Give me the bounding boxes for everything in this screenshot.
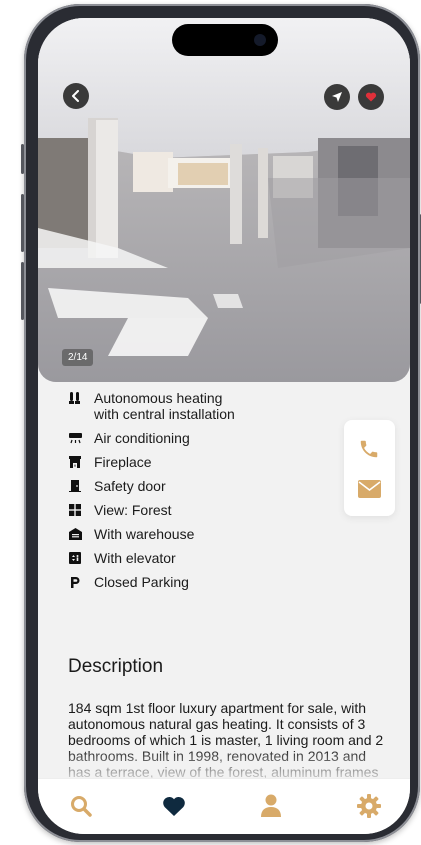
heating-icon: [68, 390, 82, 406]
feature-label: Safety door: [94, 478, 166, 494]
feature-elevator: With elevator: [68, 550, 308, 566]
elevator-icon: [68, 550, 82, 566]
feature-label: Autonomous heating: [94, 390, 223, 406]
bottom-tab-bar: [38, 778, 410, 834]
tab-search[interactable]: [68, 793, 94, 819]
feature-label: Air conditioning: [94, 430, 190, 446]
chevron-left-icon: [72, 90, 79, 102]
feature-view: View: Forest: [68, 502, 308, 518]
search-icon: [71, 796, 92, 817]
favorite-button[interactable]: [358, 84, 384, 110]
feature-label: Closed Parking: [94, 574, 189, 590]
contact-card: [344, 420, 395, 516]
volume-up-button: [21, 194, 24, 252]
app-screen: 2/14 Autonomous heating with central ins…: [38, 18, 410, 834]
photo-counter: 2/14: [62, 349, 94, 366]
description-fade: [38, 748, 410, 782]
feature-fireplace: Fireplace: [68, 454, 308, 470]
email-button[interactable]: [358, 480, 381, 503]
feature-label-line2: with central installation: [94, 406, 235, 422]
volume-down-button: [21, 262, 24, 320]
camera-icon: [254, 34, 266, 46]
gear-icon: [357, 794, 381, 818]
feature-label: With elevator: [94, 550, 176, 566]
feature-heating: Autonomous heating with central installa…: [68, 390, 308, 422]
features-list: Autonomous heating with central installa…: [68, 390, 308, 598]
feature-air-conditioning: Air conditioning: [68, 430, 308, 446]
location-arrow-icon: [332, 92, 342, 102]
back-button[interactable]: [63, 83, 89, 109]
side-button: [21, 144, 24, 174]
air-conditioner-icon: [68, 430, 82, 446]
door-icon: [68, 478, 82, 494]
tab-profile[interactable]: [258, 793, 284, 819]
envelope-icon: [358, 480, 381, 498]
heart-icon: [365, 92, 377, 102]
phone-icon: [360, 440, 378, 458]
tab-favorites[interactable]: [161, 793, 187, 819]
parking-icon: [68, 574, 82, 590]
warehouse-icon: [68, 526, 82, 542]
feature-warehouse: With warehouse: [68, 526, 308, 542]
heart-icon: [163, 796, 185, 816]
dynamic-island: [172, 24, 278, 56]
feature-label: Fireplace: [94, 454, 152, 470]
feature-label: View: Forest: [94, 502, 172, 518]
fireplace-icon: [68, 454, 82, 470]
call-button[interactable]: [358, 438, 380, 465]
feature-safety-door: Safety door: [68, 478, 308, 494]
feature-label: With warehouse: [94, 526, 195, 542]
user-icon: [261, 794, 281, 817]
description-title: Description: [68, 656, 164, 677]
feature-parking: Closed Parking: [68, 574, 308, 590]
grid-view-icon: [68, 502, 82, 518]
tab-settings[interactable]: [356, 793, 382, 819]
property-photo[interactable]: 2/14: [38, 18, 410, 382]
navigate-button[interactable]: [324, 84, 350, 110]
